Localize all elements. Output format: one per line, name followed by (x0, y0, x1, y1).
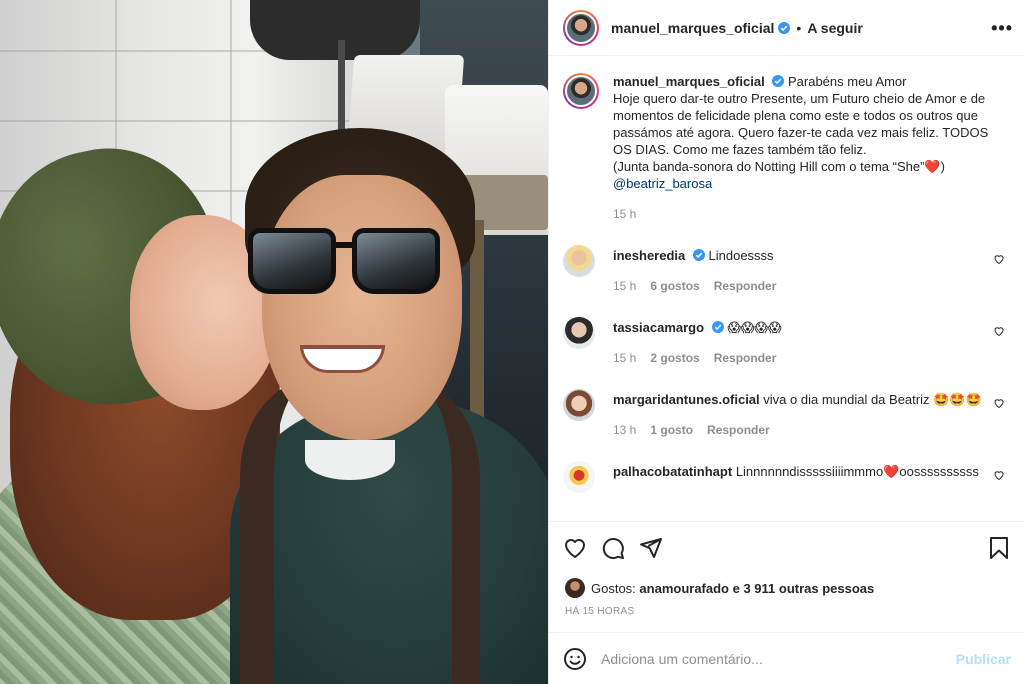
verified-badge-icon (778, 21, 791, 34)
comment-likes[interactable]: 2 gostos (650, 351, 699, 365)
verified-badge-icon (772, 75, 785, 87)
author-avatar[interactable] (563, 9, 599, 46)
emoji-smiley-icon[interactable] (563, 647, 587, 671)
comment-text: Linnnnnndisssssiiiimmmo❤️oossssssssss (735, 464, 979, 479)
caption-time[interactable]: 15 h (613, 207, 636, 221)
post-photo[interactable] (0, 0, 548, 684)
caption-avatar[interactable] (563, 73, 599, 109)
caption-meta: 15 h (613, 206, 1001, 223)
caption-body: manuel_marques_oficial Parabéns meu Amor… (613, 73, 1001, 223)
comment-username[interactable]: margaridantunes.oficial (613, 392, 760, 407)
caption-mention-link[interactable]: @beatriz_barosa (613, 175, 1001, 192)
comment-username[interactable]: palhacobatatinhapt (613, 464, 732, 479)
liker-username[interactable]: anamourafado (639, 581, 729, 596)
comment-avatar[interactable] (563, 245, 595, 277)
comment-username[interactable]: inesheredia (613, 248, 685, 263)
post-actions: Gostos: anamourafado e 3 911 outras pess… (549, 521, 1024, 684)
comment-bubble-icon[interactable] (601, 536, 625, 560)
caption-first-line: manuel_marques_oficial Parabéns meu Amor (613, 73, 1001, 90)
comment-time[interactable]: 15 h (613, 351, 636, 365)
like-heart-icon[interactable] (563, 536, 587, 560)
caption-avatar-image (565, 75, 597, 107)
caption-line: Parabéns meu Amor (787, 74, 907, 89)
like-comment-heart-icon[interactable] (993, 253, 1005, 265)
comment-meta: 15 h 6 gostos Responder (613, 278, 985, 295)
likes-prefix: Gostos: (591, 580, 636, 596)
comment-line: inesheredia Lindoessss (613, 247, 985, 264)
photo-sunglasses-lens (248, 228, 336, 294)
comment-row: tassiacamargo 😱😱😱😱 15 h 2 gostos Responder (563, 317, 1011, 367)
liker-avatar[interactable] (565, 578, 585, 598)
photo-umbrella-pole (338, 40, 345, 130)
photo-umbrella (250, 0, 420, 60)
likes-summary: Gostos: anamourafado e 3 911 outras pess… (565, 578, 874, 598)
add-comment-bar: Adiciona um comentário... Publicar (549, 632, 1024, 684)
comment-line: tassiacamargo 😱😱😱😱 (613, 319, 985, 336)
comment-row: inesheredia Lindoessss 15 h 6 gostos Respo… (563, 245, 1011, 295)
instagram-post: manuel_marques_oficial • A seguir ••• ma… (0, 0, 1024, 684)
comment-avatar[interactable] (563, 317, 595, 349)
caption-line: (Junta banda-sonora do Notting Hill com … (613, 159, 945, 174)
comment-time[interactable]: 13 h (613, 423, 636, 437)
comment-line: palhacobatatinhapt Linnnnnndisssssiiiimm… (613, 463, 985, 480)
comment-time[interactable]: 15 h (613, 279, 636, 293)
post-timestamp[interactable]: HÁ 15 HORAS (565, 606, 634, 617)
comment-meta: 15 h 2 gostos Responder (613, 350, 985, 367)
comment-text: 😱😱😱😱 (727, 320, 782, 335)
comment-body: inesheredia Lindoessss 15 h 6 gostos Respo… (613, 245, 985, 295)
publish-button[interactable]: Publicar (956, 651, 1011, 667)
like-comment-heart-icon[interactable] (993, 325, 1005, 337)
caption-line: Hoje quero dar-te outro Presente, um Fut… (613, 91, 989, 157)
header-separator: • (796, 19, 802, 36)
reply-button[interactable]: Responder (714, 279, 777, 293)
comment-body: palhacobatatinhapt Linnnnnndisssssiiiimm… (613, 461, 985, 493)
comments-list[interactable]: manuel_marques_oficial Parabéns meu Amor… (549, 57, 1024, 520)
comment-likes[interactable]: 6 gostos (650, 279, 699, 293)
comment-body: tassiacamargo 😱😱😱😱 15 h 2 gostos Responder (613, 317, 985, 367)
comment-text: Lindoessss (708, 248, 774, 263)
comment-row: margaridantunes.oficial viva o dia mundi… (563, 389, 1011, 439)
caption: manuel_marques_oficial Parabéns meu Amor… (563, 73, 1011, 223)
verified-badge-icon (711, 321, 724, 333)
comment-meta: 13 h 1 gosto Responder (613, 422, 985, 439)
photo-man-face (262, 175, 462, 440)
save-bookmark-icon[interactable] (987, 536, 1011, 560)
comment-username[interactable]: tassiacamargo (613, 320, 704, 335)
verified-badge-icon (692, 249, 705, 261)
comment-avatar[interactable] (563, 389, 595, 421)
author-username[interactable]: manuel_marques_oficial (611, 20, 774, 36)
post-header: manuel_marques_oficial • A seguir ••• (549, 0, 1024, 56)
comment-body: margaridantunes.oficial viva o dia mundi… (613, 389, 985, 439)
comment-avatar[interactable] (563, 461, 595, 493)
caption-username[interactable]: manuel_marques_oficial (613, 74, 765, 89)
photo-tile-line (230, 0, 232, 240)
comment-line: margaridantunes.oficial viva o dia mundi… (613, 391, 985, 408)
comment-text: viva o dia mundial da Beatriz 🤩🤩🤩 (763, 392, 982, 407)
photo-tile-line (0, 120, 360, 122)
more-options-icon[interactable]: ••• (991, 18, 1013, 39)
photo-sunglasses (248, 228, 444, 300)
comment-input[interactable]: Adiciona um comentário... (601, 651, 956, 667)
reply-button[interactable]: Responder (714, 351, 777, 365)
comment-row: palhacobatatinhapt Linnnnnndisssssiiiimm… (563, 461, 1011, 493)
likes-count-link[interactable]: e 3 911 outras pessoas (733, 581, 875, 596)
following-button[interactable]: A seguir (807, 20, 863, 36)
comment-likes[interactable]: 1 gosto (650, 423, 693, 437)
like-comment-heart-icon[interactable] (993, 469, 1005, 481)
share-paper-plane-icon[interactable] (639, 536, 663, 560)
author-avatar-image (565, 11, 597, 44)
action-icons (563, 536, 663, 560)
like-comment-heart-icon[interactable] (993, 397, 1005, 409)
photo-sunglasses-lens (352, 228, 440, 294)
reply-button[interactable]: Responder (707, 423, 770, 437)
post-side-panel: manuel_marques_oficial • A seguir ••• ma… (548, 0, 1024, 684)
